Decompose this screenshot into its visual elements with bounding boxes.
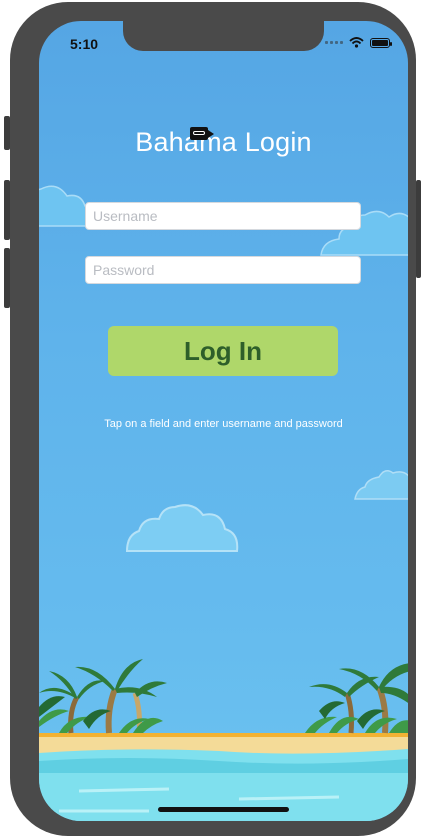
signal-icon [325, 41, 343, 44]
cloud-right-middle [354, 470, 408, 500]
login-hint-text: Tap on a field and enter username and pa… [104, 418, 343, 430]
volume-up-button [4, 180, 10, 240]
username-input[interactable] [85, 202, 361, 230]
palm-trees-left [39, 659, 167, 734]
cloud-center [125, 504, 239, 552]
page-title: Bahama Login [135, 127, 312, 157]
power-button [416, 180, 421, 278]
status-icons [325, 37, 392, 48]
app-screen: 5:10 Bahama Login Log In Tap on a field … [39, 21, 408, 821]
wifi-icon [349, 37, 364, 48]
palm-trees-right [305, 663, 408, 734]
login-button[interactable]: Log In [108, 326, 338, 376]
device-notch [123, 21, 324, 51]
screen-recorder-icon [190, 127, 214, 140]
password-input[interactable] [85, 256, 361, 284]
phone-frame: 5:10 Bahama Login Log In Tap on a field … [4, 2, 421, 836]
battery-icon [370, 37, 392, 48]
volume-down-button [4, 248, 10, 308]
silent-switch [4, 116, 10, 150]
home-indicator[interactable] [158, 807, 289, 812]
status-time: 5:10 [70, 36, 99, 52]
